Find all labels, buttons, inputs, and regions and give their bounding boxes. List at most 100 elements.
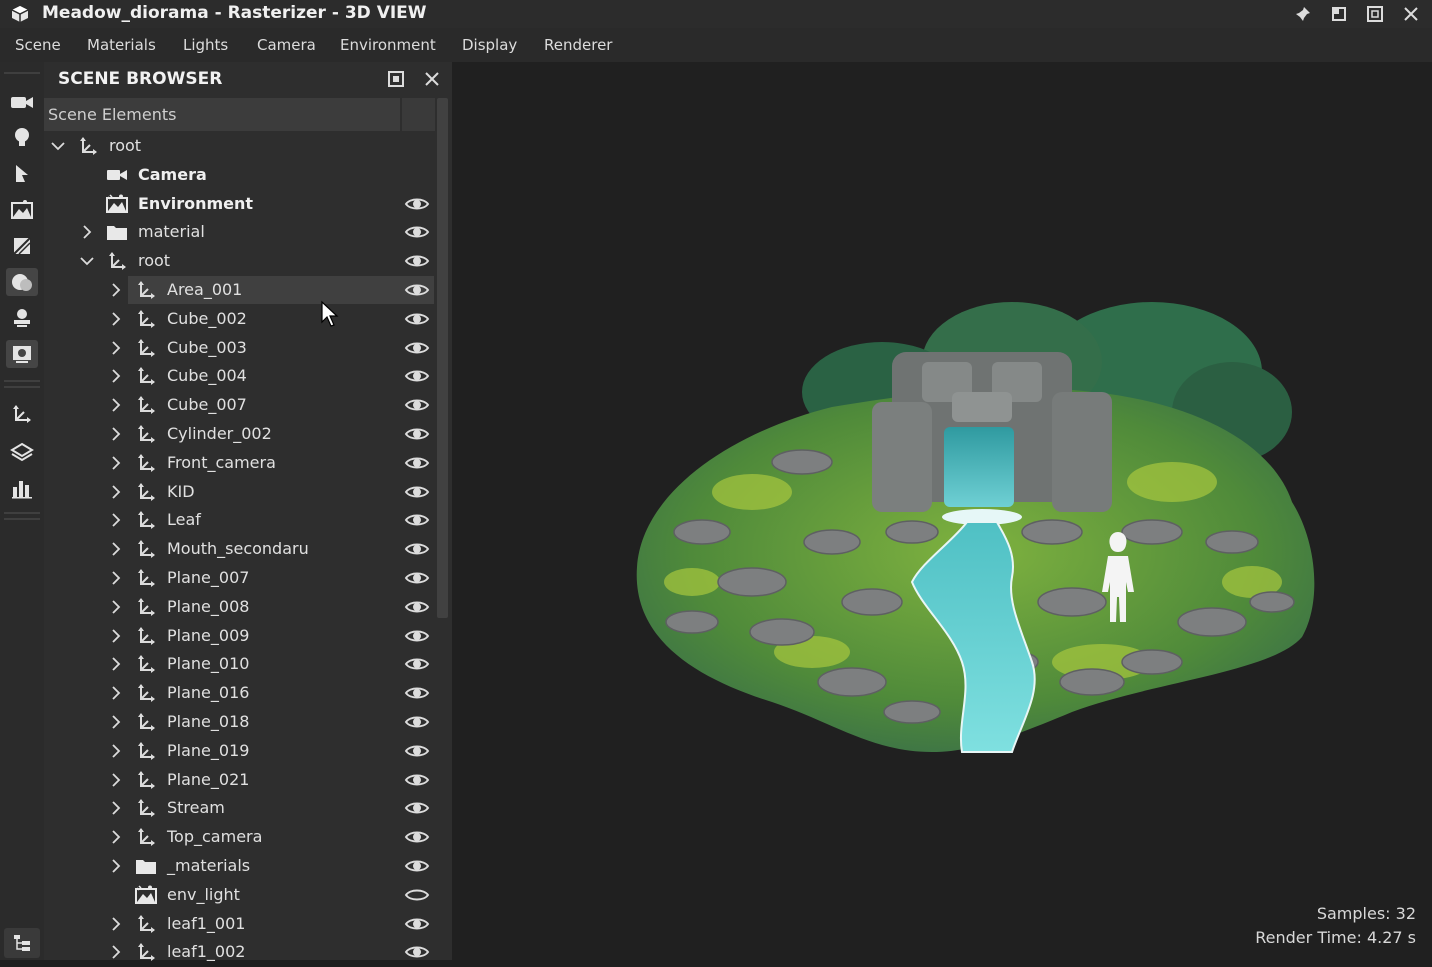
texture-icon[interactable] — [6, 232, 38, 260]
visibility-eye-icon[interactable] — [404, 195, 430, 213]
layers-icon[interactable] — [6, 438, 38, 466]
visibility-eye-icon[interactable] — [404, 511, 430, 529]
tree-row[interactable]: Top_camera — [44, 823, 436, 852]
chevron-right-icon[interactable] — [108, 743, 124, 759]
menu-materials[interactable]: Materials — [87, 36, 156, 54]
visibility-eye-icon[interactable] — [404, 742, 430, 760]
render-settings-icon[interactable] — [6, 340, 38, 368]
chevron-right-icon[interactable] — [108, 599, 124, 615]
tree-row[interactable]: leaf1_001 — [44, 910, 436, 939]
tree-row[interactable]: KID — [44, 478, 436, 507]
tree-row[interactable]: Cube_007 — [44, 391, 436, 420]
visibility-eye-icon[interactable] — [404, 281, 430, 299]
tree-row[interactable]: Cube_003 — [44, 334, 436, 363]
column-header[interactable]: Scene Elements — [44, 98, 400, 131]
chevron-right-icon[interactable] — [108, 512, 124, 528]
menu-environment[interactable]: Environment — [340, 36, 436, 54]
tree-row[interactable]: Area_001 — [44, 276, 436, 305]
3d-viewport[interactable]: Samples: 32 Render Time: 4.27 s — [452, 62, 1432, 960]
diorama-render[interactable] — [452, 62, 1432, 960]
chevron-right-icon[interactable] — [108, 829, 124, 845]
chevron-right-icon[interactable] — [108, 656, 124, 672]
chevron-right-icon[interactable] — [108, 368, 124, 384]
undock-icon[interactable] — [385, 68, 407, 90]
visibility-eye-icon[interactable] — [404, 598, 430, 616]
menu-lights[interactable]: Lights — [183, 36, 228, 54]
transform-icon[interactable] — [6, 400, 38, 428]
tree-row[interactable]: Plane_008 — [44, 593, 436, 622]
scene-tree-icon[interactable] — [4, 928, 40, 958]
tree-row[interactable]: leaf1_002 — [44, 938, 436, 967]
chevron-right-icon[interactable] — [108, 282, 124, 298]
tree-row[interactable]: Plane_009 — [44, 622, 436, 651]
tree-row[interactable]: Plane_010 — [44, 650, 436, 679]
chevron-right-icon[interactable] — [79, 224, 95, 240]
visibility-eye-icon[interactable] — [404, 367, 430, 385]
material-sphere-icon[interactable] — [6, 268, 38, 296]
chevron-right-icon[interactable] — [108, 714, 124, 730]
pin-icon[interactable] — [1292, 4, 1314, 24]
visibility-eye-icon[interactable] — [404, 943, 430, 961]
restore-icon[interactable] — [1328, 4, 1350, 24]
tree-row[interactable]: Mouth_secondaru — [44, 535, 436, 564]
chevron-right-icon[interactable] — [108, 541, 124, 557]
visibility-eye-icon[interactable] — [404, 771, 430, 789]
visibility-eye-icon[interactable] — [404, 857, 430, 875]
tree-row[interactable]: Plane_016 — [44, 679, 436, 708]
column-header-extra[interactable] — [402, 98, 435, 131]
chevron-right-icon[interactable] — [108, 484, 124, 500]
panel-close-icon[interactable] — [421, 68, 443, 90]
chevron-right-icon[interactable] — [108, 772, 124, 788]
close-icon[interactable] — [1400, 4, 1422, 24]
chevron-right-icon[interactable] — [108, 426, 124, 442]
menu-display[interactable]: Display — [462, 36, 517, 54]
tree-row[interactable]: Plane_019 — [44, 737, 436, 766]
light-bulb-icon[interactable] — [6, 124, 38, 152]
visibility-eye-icon[interactable] — [404, 396, 430, 414]
visibility-eye-icon[interactable] — [404, 339, 430, 357]
environment-icon[interactable] — [6, 196, 38, 224]
chevron-right-icon[interactable] — [108, 628, 124, 644]
maximize-icon[interactable] — [1364, 4, 1386, 24]
pointer-icon[interactable] — [6, 160, 38, 188]
chevron-right-icon[interactable] — [108, 455, 124, 471]
tree-row[interactable]: Camera — [44, 161, 436, 190]
visibility-eye-icon[interactable] — [404, 310, 430, 328]
visibility-eye-icon[interactable] — [404, 627, 430, 645]
visibility-eye-icon[interactable] — [404, 483, 430, 501]
visibility-eye-icon[interactable] — [404, 425, 430, 443]
tree-row[interactable]: Cube_002 — [44, 305, 436, 334]
menu-scene[interactable]: Scene — [15, 36, 61, 54]
tree-row[interactable]: _materials — [44, 852, 436, 881]
visibility-eye-icon[interactable] — [404, 713, 430, 731]
chevron-down-icon[interactable] — [79, 253, 95, 269]
tree-row[interactable]: Cube_004 — [44, 362, 436, 391]
chevron-right-icon[interactable] — [108, 916, 124, 932]
tree-row[interactable]: Environment — [44, 190, 436, 219]
visibility-eye-icon[interactable] — [404, 684, 430, 702]
visibility-eye-icon[interactable] — [404, 655, 430, 673]
tree-row[interactable]: Plane_018 — [44, 708, 436, 737]
chevron-right-icon[interactable] — [108, 340, 124, 356]
tree-row[interactable]: root — [44, 132, 436, 161]
tree-row[interactable]: root — [44, 247, 436, 276]
tree-row[interactable]: Plane_021 — [44, 766, 436, 795]
menu-camera[interactable]: Camera — [257, 36, 316, 54]
visibility-eye-icon[interactable] — [404, 454, 430, 472]
visibility-eye-icon[interactable] — [404, 540, 430, 558]
visibility-eye-icon[interactable] — [404, 569, 430, 587]
chevron-right-icon[interactable] — [108, 685, 124, 701]
chevron-right-icon[interactable] — [108, 858, 124, 874]
visibility-eye-icon[interactable] — [404, 252, 430, 270]
camera-icon[interactable] — [6, 88, 38, 116]
tree-row[interactable]: Leaf — [44, 506, 436, 535]
visibility-eye-icon[interactable] — [404, 915, 430, 933]
chevron-right-icon[interactable] — [108, 800, 124, 816]
menu-renderer[interactable]: Renderer — [544, 36, 612, 54]
tree-row[interactable]: env_light — [44, 881, 436, 910]
chevron-down-icon[interactable] — [50, 138, 66, 154]
tree-row[interactable]: Front_camera — [44, 449, 436, 478]
stamp-icon[interactable] — [6, 304, 38, 332]
chevron-right-icon[interactable] — [108, 311, 124, 327]
visibility-eye-icon[interactable] — [404, 799, 430, 817]
